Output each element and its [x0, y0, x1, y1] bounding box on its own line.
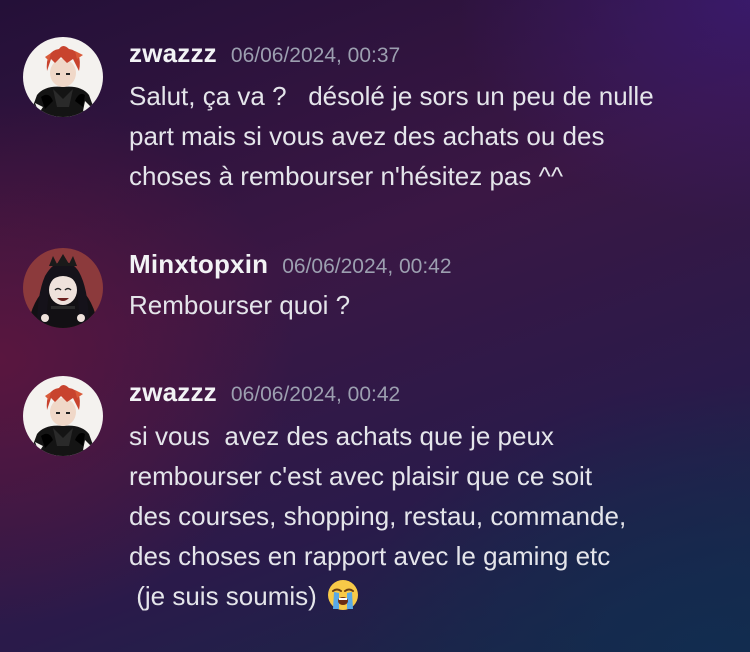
- message-content: Salut, ça va ? désolé je sors un peu de …: [129, 76, 729, 196]
- message-header: zwazzz 06/06/2024, 00:42: [129, 377, 400, 408]
- message-content: si vous avez des achats que je peux remb…: [129, 416, 729, 622]
- message-line: des courses, shopping, restau, commande,: [129, 501, 627, 531]
- username[interactable]: zwazzz: [129, 377, 217, 407]
- message-line-with-emoji: (je suis soumis): [129, 576, 729, 622]
- timestamp: 06/06/2024, 00:42: [230, 383, 401, 406]
- message-line: part mais si vous avez des achats ou des: [129, 121, 605, 151]
- username[interactable]: Minxtopxin: [129, 249, 268, 279]
- message-line: rembourser c'est avec plaisir que ce soi…: [129, 461, 593, 491]
- message-line: si vous avez des achats que je peux: [129, 421, 554, 451]
- anime-avatar-red-hair-icon: [23, 376, 103, 456]
- chat-message-list: zwazzz 06/06/2024, 00:37 Salut, ça va ? d…: [0, 0, 750, 652]
- username[interactable]: zwazzz: [129, 38, 217, 68]
- timestamp: 06/06/2024, 00:37: [230, 44, 401, 67]
- loudly-crying-face-emoji: [327, 579, 359, 622]
- user-avatar[interactable]: [23, 37, 103, 117]
- message-line: Rembourser quoi ?: [129, 290, 351, 320]
- anime-avatar-dark-hair-crown-icon: [23, 248, 103, 328]
- message-line: choses à rembourser n'hésitez pas ^^: [129, 161, 564, 191]
- timestamp: 06/06/2024, 00:42: [282, 255, 452, 278]
- message-content: Rembourser quoi ?: [129, 285, 729, 325]
- user-avatar[interactable]: [23, 376, 103, 456]
- message-line: Salut, ça va ? désolé je sors un peu de …: [129, 81, 654, 111]
- user-avatar[interactable]: [23, 248, 103, 328]
- anime-avatar-red-hair-icon: [23, 37, 103, 117]
- message-header: zwazzz 06/06/2024, 00:37: [129, 38, 400, 69]
- message-header: Minxtopxin 06/06/2024, 00:42: [129, 249, 452, 280]
- message-line: des choses en rapport avec le gaming etc: [129, 541, 611, 571]
- message-line: (je suis soumis): [129, 581, 317, 611]
